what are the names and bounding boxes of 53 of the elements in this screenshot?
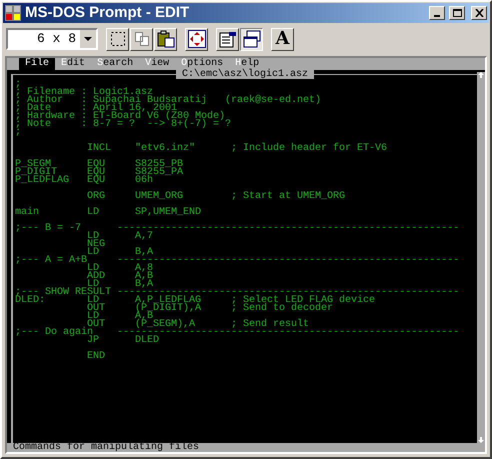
code-line: INCL "etv6.inz" ; Include header for ET-V6 [86,145,388,153]
menu-item[interactable]: Edit [55,58,92,70]
code-line: LD A,7 [86,233,154,241]
overlapping-windows-icon [242,30,260,48]
file-path: C:\emc\asz\logic1.asz [176,70,314,79]
code-line: ; [15,81,22,89]
scroll-down-arrow-icon [478,437,484,443]
code-line: ;--- B = -7 --------------------------------------------------------- [15,225,460,233]
code-line: LD B,A [87,281,154,289]
code-line: ;--- Do again --------------------------------------------------------- [15,329,460,337]
menu-item[interactable]: Search [91,58,140,70]
code-line: ADD A,B [86,273,154,281]
copy-icon [134,31,150,47]
menu-item[interactable]: Help [229,58,266,70]
clipboard-icon [156,30,174,48]
font-button[interactable]: A [271,28,294,50]
paste-button[interactable] [154,28,177,50]
dashed-rectangle-icon [110,31,126,47]
copy-button[interactable] [130,28,153,50]
app-logo-icon [5,5,21,21]
font-size-dropdown[interactable]: 6 x 8 [6,28,98,50]
code-line: ; Author : Supachai Budsaratij (raek@se-ed.net) [15,97,322,105]
maximize-icon [452,9,462,17]
code-line: NEG [86,241,106,249]
code-line: ; Hardware : ET-Board V6 (Z80 Mode) [15,113,226,121]
code-line: OUT (P_SEGM),A ; Send result [87,321,310,329]
close-icon [474,9,484,17]
code-line: P_LEDFLAG EQU 06h [15,177,154,185]
code-line: LD B,A [87,249,154,257]
properties-button[interactable] [216,28,239,50]
menu-item[interactable]: View [139,58,176,70]
mark-button[interactable] [106,28,129,50]
code-line: ; [15,129,22,137]
code-line: OUT (P_DIGIT),A ; Send to decoder [86,305,334,313]
code-line: main LD SP,UMEM_END [15,209,202,217]
maximize-button[interactable] [449,6,465,20]
code-line: JP DLED [87,337,160,345]
code-line: ORG UMEM_ORG ; Start at UMEM_ORG [86,193,346,201]
code-line: ;--- A = A+B --------------------------------------------------------- [15,257,460,265]
properties-icon [218,30,236,48]
code-line: P_SEGM EQU S8255_PB [15,161,184,169]
code-line: ; Note : 8-7 = ? --> 8+(-7) = ? [15,121,232,129]
code-line: END [86,353,106,361]
window-title: MS-DOS Prompt - EDIT [25,4,190,22]
scroll-up-arrow-icon [478,72,484,78]
close-button[interactable] [471,6,487,20]
menu-item[interactable]: Options [175,58,230,70]
fullscreen-button[interactable] [185,28,208,50]
code-line: LD A,8 [86,265,154,273]
minimize-button[interactable] [429,6,445,20]
menu-item[interactable]: File [19,58,56,70]
code-line: LD A,B [86,313,154,321]
four-arrows-icon [188,30,206,48]
